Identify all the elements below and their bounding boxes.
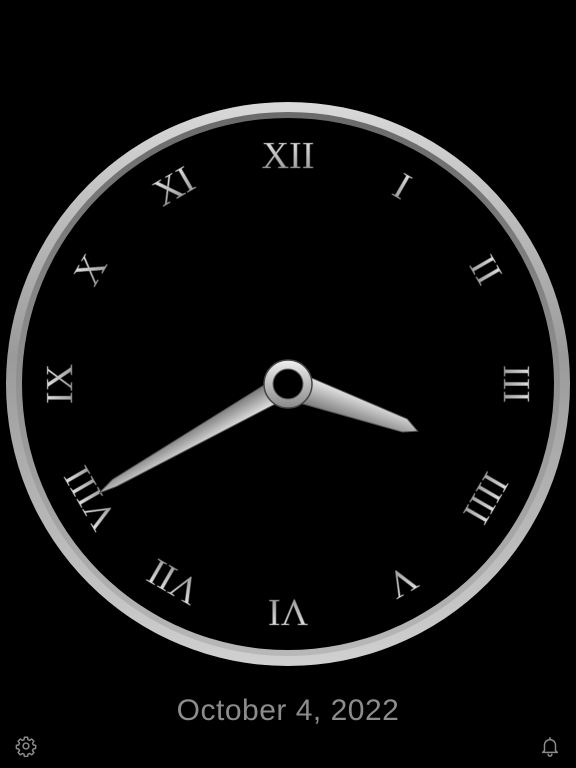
- numeral-6: VI: [268, 591, 308, 633]
- date-label: October 4, 2022: [176, 694, 400, 727]
- numeral-3: III: [495, 365, 537, 403]
- clock-face: XIIIIIIIIIIIIVVIVIIVIIIIXXXI: [6, 102, 570, 666]
- gear-icon: [15, 735, 37, 762]
- alarm-button[interactable]: [537, 735, 563, 761]
- numeral-9: IX: [39, 364, 81, 404]
- numeral-12: XII: [262, 135, 315, 177]
- settings-button[interactable]: [13, 735, 39, 761]
- bell-icon: [539, 735, 561, 762]
- center-hub-hole: [272, 368, 304, 400]
